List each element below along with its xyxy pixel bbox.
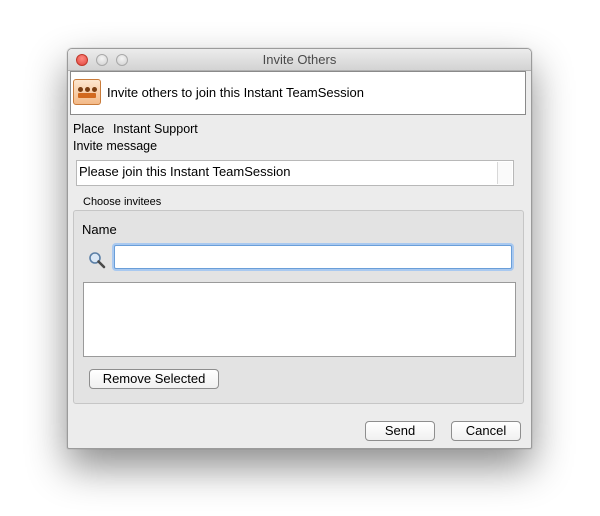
send-button[interactable]: Send [365,421,435,441]
choose-invitees-label: Choose invitees [83,196,162,208]
invite-message-text: Please join this Instant TeamSession [79,164,291,179]
name-search-input[interactable] [114,245,512,269]
dialog-header: Invite others to join this Instant TeamS… [70,71,526,115]
dialog-header-text: Invite others to join this Instant TeamS… [107,85,365,100]
invitee-list[interactable] [83,282,516,357]
invite-message-label: Invite message [73,139,158,153]
choose-invitees-group: Name Remove Selected [73,210,524,404]
name-label: Name [82,222,117,237]
invite-message-field[interactable]: Please join this Instant TeamSession [76,160,514,186]
title-bar[interactable]: Invite Others [68,49,531,71]
invite-others-dialog: Invite Others Invite others to join this… [67,48,532,449]
window-title: Invite Others [262,52,337,67]
cancel-button[interactable]: Cancel [451,421,521,441]
search-icon [89,252,106,269]
team-session-icon [73,79,101,105]
invite-message-scrollbar[interactable] [497,162,512,184]
place-value: Instant Support [113,122,198,136]
place-label: Place [73,122,105,136]
remove-selected-button[interactable]: Remove Selected [89,369,219,389]
